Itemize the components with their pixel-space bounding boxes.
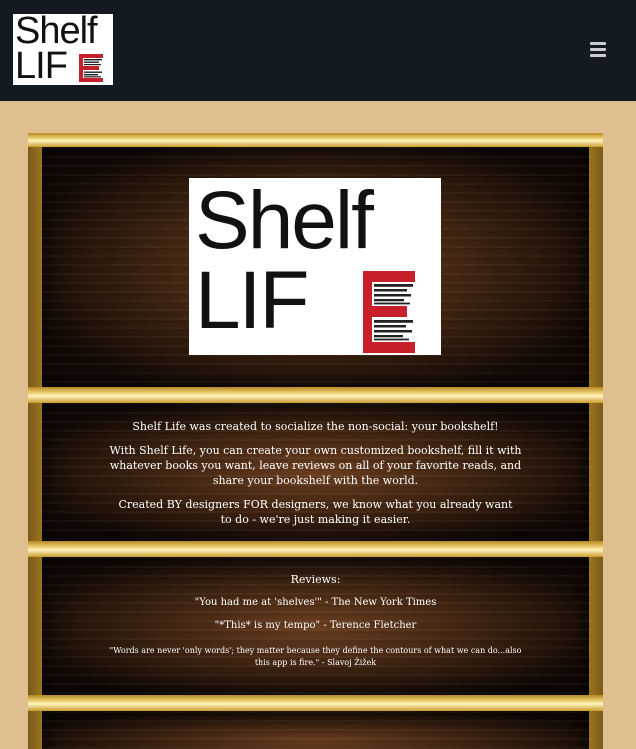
menu-bar (590, 42, 606, 45)
review-quote-line: "Words are never 'only words'; they matt… (109, 646, 522, 655)
hero-logo-word-shelf: Shelf (195, 175, 374, 266)
shelf-life-logo[interactable]: Shelf LIF (13, 14, 113, 85)
review-quote-line: this app is fire." - Slavoj Žižek (254, 658, 377, 667)
about-paragraph-line: whatever books you want, leave reviews o… (109, 459, 522, 472)
shelf-board (28, 695, 603, 711)
reviews-heading: Reviews: (290, 573, 341, 586)
about-paragraph-line: to do - we're just making it easier. (220, 513, 411, 526)
menu-bar (590, 48, 606, 51)
top-navbar: Shelf LIF (0, 0, 636, 101)
shelf-board (28, 387, 603, 403)
books-e-icon (363, 271, 415, 353)
hero-logo-word-lif: LIF (195, 255, 309, 346)
shelf-bay-reviews: Reviews: "You had me at 'shelves'" - The… (42, 557, 589, 695)
about-paragraph-line: Created BY designers FOR designers, we k… (118, 498, 513, 511)
books-e-icon (79, 54, 103, 82)
bookshelf-frame: Shelf LIF Shelf Life was created to soci… (28, 133, 603, 749)
logo-word-lif: LIF (15, 45, 68, 85)
review-quote: "*This* is my tempo" - Terence Fletcher (214, 620, 417, 631)
shelf-bay-about: Shelf Life was created to socialize the … (42, 403, 589, 541)
menu-bar (590, 54, 606, 57)
shelf-bay-logo: Shelf LIF (42, 147, 589, 387)
review-quote: "You had me at 'shelves'" - The New York… (194, 597, 437, 608)
hamburger-menu-icon[interactable] (588, 40, 610, 60)
shelf-board-top (28, 133, 603, 147)
hero-logo: Shelf LIF (189, 175, 441, 355)
shelf-board (28, 541, 603, 557)
shelf-bay-next (42, 711, 589, 749)
about-paragraph-line: With Shelf Life, you can create your own… (109, 444, 522, 457)
about-paragraph-line: share your bookshelf with the world. (212, 474, 419, 487)
about-intro: Shelf Life was created to socialize the … (132, 420, 499, 433)
